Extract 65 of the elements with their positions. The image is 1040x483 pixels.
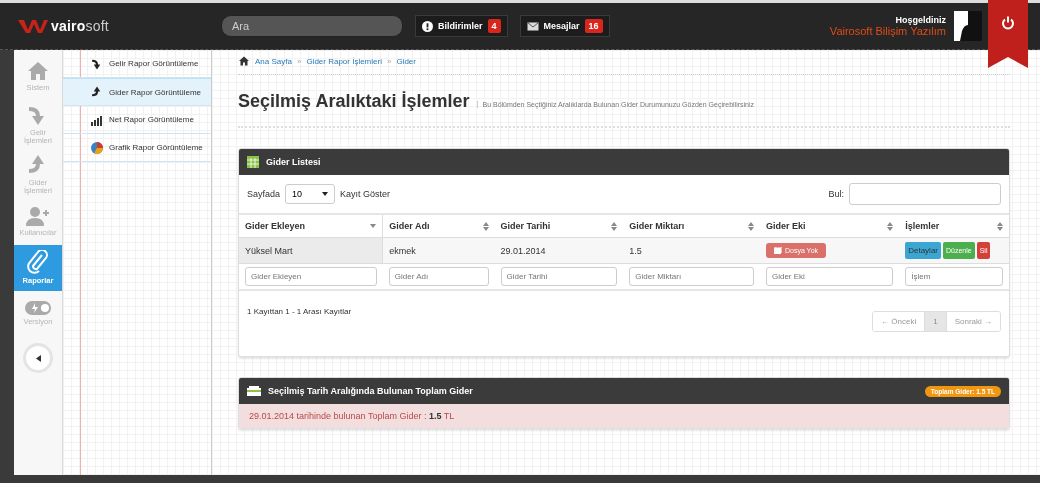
- length-suffix: Kayıt Göster: [340, 189, 391, 199]
- breadcrumb-link[interactable]: Ana Sayfa: [255, 56, 292, 66]
- pagination-button[interactable]: 1: [925, 312, 947, 331]
- submenu-item[interactable]: Grafik Rapor Görüntüleme: [63, 134, 211, 162]
- total-message: 29.01.2014 tarihinde bulunan Toplam Gider : 1.5 TL: [239, 404, 1009, 428]
- search-field[interactable]: Ara: [221, 15, 403, 37]
- sort-icon: [887, 221, 894, 231]
- table-cell: Yüksel Mart: [239, 237, 383, 264]
- pie-chart-icon: [91, 141, 103, 154]
- table-search-field[interactable]: [849, 183, 1001, 205]
- submenu-item[interactable]: Net Rapor Görüntüleme: [63, 106, 211, 134]
- breadcrumb-separator: »: [386, 56, 392, 66]
- filter-field[interactable]: İşlem: [905, 267, 1003, 286]
- bar-chart-icon: [91, 113, 103, 126]
- filter-field[interactable]: Gider Miktarı: [629, 267, 754, 286]
- alert-icon: [422, 20, 433, 32]
- logo[interactable]: vairosoft: [18, 18, 213, 34]
- breadcrumb-separator: »: [296, 56, 302, 66]
- table-cell: 1.5: [623, 237, 760, 264]
- table-cell: 29.01.2014: [494, 237, 624, 264]
- details-button[interactable]: Detaylar: [905, 242, 941, 259]
- filter-field[interactable]: Gider Ekleyen: [245, 267, 377, 286]
- sort-icon: [611, 221, 618, 231]
- length-label: Sayfada: [247, 189, 281, 199]
- table-icon: [247, 156, 259, 168]
- filter-field[interactable]: Gider Tarihi: [500, 267, 618, 286]
- page-title: Seçilmiş Aralıktaki İşlemler: [238, 91, 470, 112]
- search-label: Bul:: [828, 189, 844, 199]
- avatar-silhouette: [954, 11, 982, 41]
- logo-text: vairosoft: [51, 18, 109, 34]
- panel-title: Seçilmiş Tarih Aralığında Bulunan Toplam Gider: [268, 386, 473, 396]
- panel-title: Gider Listesi: [266, 157, 321, 167]
- money-icon: [247, 386, 261, 396]
- greeting-text: Hoşgeldiniz: [895, 15, 946, 25]
- caret-left-icon: [35, 354, 41, 362]
- home-icon: [238, 56, 250, 66]
- filter-field[interactable]: Gider Eki: [765, 267, 894, 286]
- sort-icon: [747, 221, 754, 231]
- caret-down-icon: [322, 192, 329, 196]
- power-icon: [1001, 16, 1015, 30]
- filter-field[interactable]: Gider Adı: [388, 267, 489, 286]
- notification-button[interactable]: Mesajlar 16: [519, 15, 610, 37]
- collapse-button[interactable]: [23, 343, 53, 373]
- envelope-icon: [526, 21, 539, 31]
- breadcrumb-link[interactable]: Gider: [396, 56, 416, 66]
- add-user-icon: [26, 206, 50, 227]
- sort-icon: [482, 221, 489, 231]
- notification-button[interactable]: Bildirimler 4: [415, 15, 508, 37]
- user-name: Vairosoft Bilişim Yazılım: [829, 25, 946, 37]
- logo-mark-icon: [18, 18, 48, 34]
- page-size-select[interactable]: 10: [285, 184, 336, 204]
- submenu-item[interactable]: Gider Rapor Görüntüleme: [63, 78, 211, 106]
- power-button[interactable]: [988, 0, 1028, 68]
- house-icon: [27, 61, 49, 82]
- count-badge: 4: [487, 19, 501, 33]
- sort-icon: [997, 221, 1003, 231]
- file-icon: [773, 247, 782, 254]
- records-info: 1 Kayıttan 1 - 1 Arası Kayıtlar: [247, 307, 352, 316]
- curved-arrow-up-icon: [91, 86, 103, 98]
- breadcrumb-link[interactable]: Gider Rapor İşlemleri: [306, 56, 382, 66]
- count-badge: 16: [584, 19, 603, 33]
- toggle-switch-icon: [25, 301, 51, 316]
- table-cell: ekmek: [382, 237, 495, 264]
- curved-arrow-down-icon: [91, 57, 103, 70]
- paperclip-icon: [27, 250, 49, 275]
